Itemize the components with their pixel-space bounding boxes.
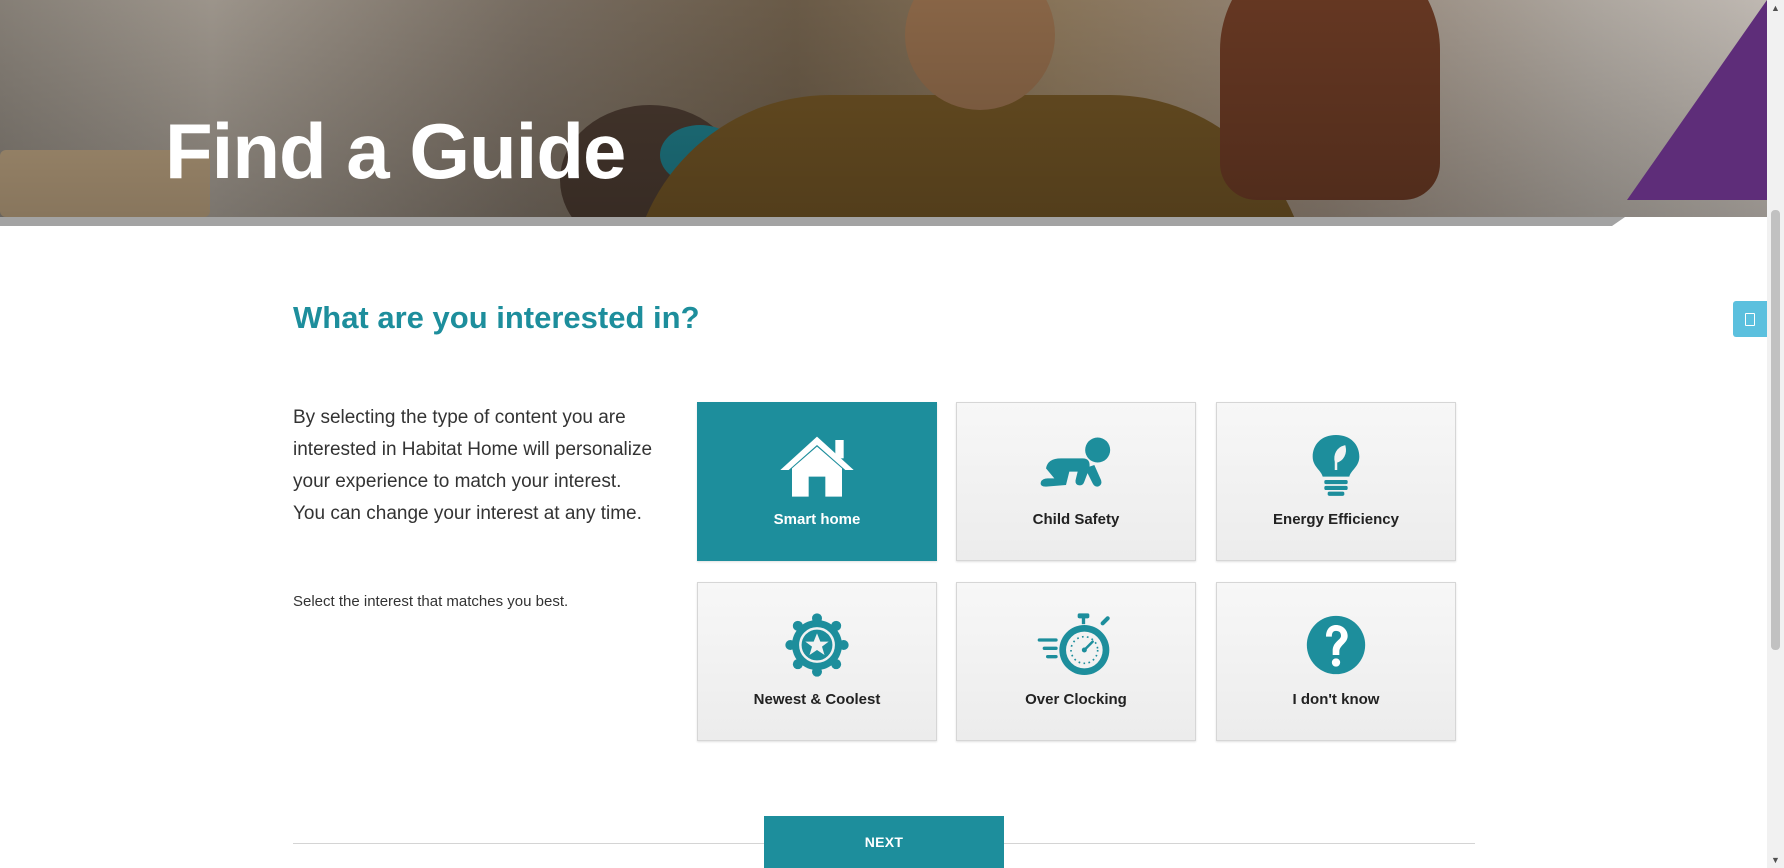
stopwatch-speed-icon — [1036, 607, 1116, 683]
purple-corner-accent — [1627, 0, 1767, 200]
leaf-lightbulb-icon — [1296, 427, 1376, 503]
page-scrollbar[interactable]: ▲ ▼ — [1767, 0, 1784, 868]
interest-tile-smart-home[interactable]: Smart home — [697, 402, 937, 561]
intro-description: By selecting the type of content you are… — [293, 407, 653, 524]
star-badge-icon — [777, 607, 857, 683]
page-title: Find a Guide — [165, 107, 626, 195]
scroll-up-icon[interactable]: ▲ — [1771, 3, 1780, 13]
section-title: What are you interested in? — [293, 300, 700, 335]
next-button[interactable]: NEXT — [764, 816, 1004, 868]
interest-tile-i-dont-know[interactable]: I don't know — [1216, 582, 1456, 741]
interest-tile-over-clocking[interactable]: Over Clocking — [956, 582, 1196, 741]
interest-tile-newest-coolest[interactable]: Newest & Coolest — [697, 582, 937, 741]
hero-banner: Find a Guide — [0, 0, 1767, 217]
house-icon — [777, 427, 857, 503]
scroll-down-icon[interactable]: ▼ — [1771, 855, 1780, 865]
question-mark-icon — [1296, 607, 1376, 683]
scrollbar-thumb[interactable] — [1771, 210, 1780, 650]
crawling-baby-icon — [1036, 427, 1116, 503]
interest-tile-energy-efficiency[interactable]: Energy Efficiency — [1216, 402, 1456, 561]
selection-hint: Select the interest that matches you bes… — [293, 593, 569, 610]
document-icon — [1745, 312, 1755, 326]
side-panel-tab[interactable] — [1733, 301, 1767, 337]
interest-tile-child-safety[interactable]: Child Safety — [956, 402, 1196, 561]
hero-underline-bar — [0, 217, 1625, 226]
